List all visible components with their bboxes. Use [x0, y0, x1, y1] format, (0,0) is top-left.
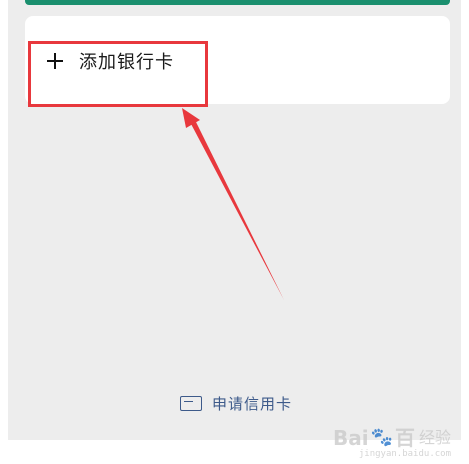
paw-icon: 🐾	[370, 427, 393, 448]
watermark-suffix: 经验	[418, 428, 451, 447]
balance-card-bottom-edge	[25, 0, 450, 5]
watermark-logo-suffix: 百	[394, 426, 415, 450]
watermark-logo: Bai	[332, 426, 369, 450]
apply-credit-card-label: 申请信用卡	[212, 394, 293, 413]
apply-credit-card-link[interactable]: 申请信用卡	[180, 392, 292, 414]
annotation-highlight-box	[28, 41, 208, 107]
baidu-jingyan-watermark: Bai 🐾 百 经验 jingyan.baidu.com	[332, 426, 451, 459]
screen: 添加银行卡 申请信用卡 Bai 🐾 百 经验 jingyan.baidu.com	[0, 0, 469, 464]
watermark-url: jingyan.baidu.com	[358, 449, 451, 459]
credit-card-icon	[180, 395, 202, 411]
